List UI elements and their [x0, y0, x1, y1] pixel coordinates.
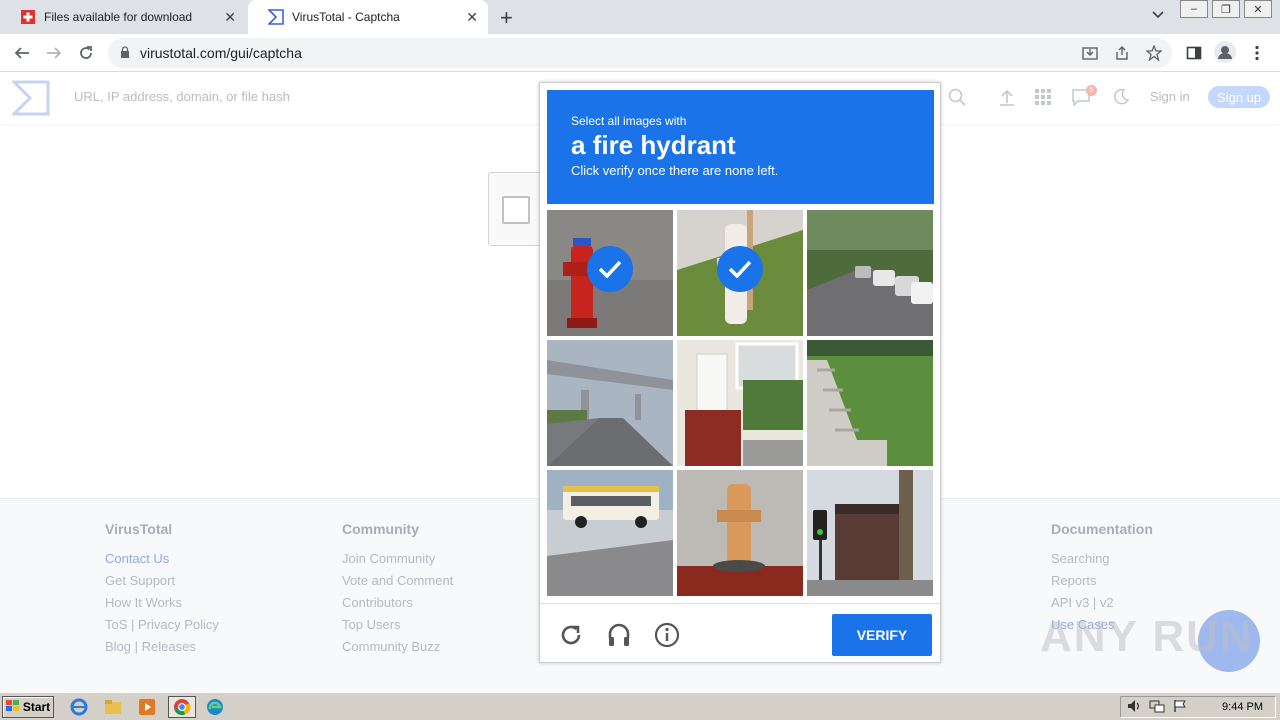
- windows-logo-icon: [5, 699, 20, 715]
- selected-check-icon: [717, 246, 763, 292]
- footer-heading: VirusTotal: [105, 521, 173, 537]
- tab-virustotal-captcha[interactable]: VirusTotal - Captcha ✕: [248, 0, 488, 34]
- footer-link[interactable]: Blog | Releases: [105, 639, 219, 655]
- sign-in-link[interactable]: Sign in: [1150, 89, 1190, 104]
- edge-icon[interactable]: [206, 698, 224, 716]
- browser-toolbar: virustotal.com/gui/captcha: [0, 34, 1280, 72]
- search-input[interactable]: URL, IP address, domain, or file hash: [74, 89, 290, 104]
- install-icon[interactable]: [1082, 45, 1098, 64]
- share-icon[interactable]: [1114, 45, 1130, 64]
- captcha-footer: VERIFY: [540, 603, 940, 663]
- footer-link[interactable]: Searching: [1051, 551, 1153, 567]
- url-text: virustotal.com/gui/captcha: [140, 45, 302, 61]
- captcha-hint: Click verify once there are none left.: [571, 163, 779, 178]
- tab-search-chevron-icon[interactable]: [1152, 8, 1164, 22]
- chrome-icon: [174, 699, 191, 716]
- footer-link[interactable]: Vote and Comment: [342, 573, 453, 589]
- footer-link[interactable]: Reports: [1051, 573, 1153, 589]
- footer-heading: Community: [342, 521, 419, 537]
- selected-check-icon: [587, 246, 633, 292]
- footer-link[interactable]: Get Support: [105, 573, 219, 589]
- footer-link[interactable]: API v3 | v2: [1051, 595, 1153, 611]
- system-tray: 9:44 PM: [1120, 696, 1276, 718]
- media-player-icon[interactable]: [138, 698, 156, 716]
- captcha-target: a fire hydrant: [571, 130, 736, 160]
- footer-link[interactable]: ToS | Privacy Policy: [105, 617, 219, 633]
- captcha-tile-traffic-light[interactable]: [807, 470, 933, 596]
- captcha-tile-orange-hydrant[interactable]: [677, 470, 803, 596]
- sign-up-button[interactable]: Sign up: [1208, 86, 1270, 108]
- action-center-flag-icon[interactable]: [1173, 699, 1187, 716]
- captcha-tile-white-hydrant[interactable]: [677, 210, 803, 336]
- tab-title: VirusTotal - Captcha: [292, 10, 400, 24]
- anyrun-watermark: ANY RUN: [1040, 612, 1254, 661]
- recaptcha-anchor: [488, 172, 544, 246]
- new-tab-button[interactable]: +: [500, 5, 513, 31]
- swiss-flag-icon: [20, 9, 36, 25]
- recaptcha-checkbox[interactable]: [502, 196, 530, 224]
- chrome-taskbar-button[interactable]: [168, 696, 196, 718]
- captcha-tile-lawn-steps[interactable]: [807, 340, 933, 466]
- footer-heading: Documentation: [1051, 521, 1153, 537]
- captcha-instructions: Select all images with a fire hydrant Cl…: [547, 90, 934, 204]
- notification-badge: 5: [1086, 85, 1097, 96]
- reload-challenge-icon[interactable]: [558, 622, 584, 648]
- address-bar[interactable]: virustotal.com/gui/captcha: [108, 38, 1172, 68]
- footer-column-community: Community Join Community Vote and Commen…: [342, 521, 453, 661]
- captcha-tile-parked-cars[interactable]: [807, 210, 933, 336]
- back-arrow-icon[interactable]: [10, 41, 34, 65]
- footer-link[interactable]: Join Community: [342, 551, 453, 567]
- tab-close-icon[interactable]: ✕: [224, 9, 236, 26]
- captcha-tile-overpass[interactable]: [547, 340, 673, 466]
- lock-icon: [120, 45, 130, 61]
- captcha-instruction-prefix: Select all images with: [571, 114, 687, 128]
- windows-taskbar: Start 9:44 PM: [0, 692, 1280, 720]
- menu-kebab-icon[interactable]: [1254, 45, 1260, 64]
- upload-icon[interactable]: [998, 88, 1016, 111]
- side-panel-icon[interactable]: [1186, 45, 1202, 64]
- apps-grid-icon[interactable]: [1034, 88, 1052, 111]
- search-icon[interactable]: [948, 88, 966, 111]
- captcha-tile-house-porch[interactable]: [677, 340, 803, 466]
- info-icon[interactable]: [654, 622, 680, 648]
- restore-button[interactable]: ❐: [1212, 0, 1240, 18]
- minimize-button[interactable]: –: [1180, 0, 1208, 18]
- footer-link[interactable]: Contact Us: [105, 551, 219, 567]
- tab-title: Files available for download: [44, 10, 193, 24]
- footer-column-virustotal: VirusTotal Contact Us Get Support How It…: [105, 521, 219, 661]
- forward-arrow-icon[interactable]: [42, 41, 66, 65]
- footer-link[interactable]: Contributors: [342, 595, 453, 611]
- dark-mode-moon-icon[interactable]: [1112, 88, 1130, 111]
- captcha-challenge: Select all images with a fire hydrant Cl…: [539, 82, 941, 663]
- start-label: Start: [22, 700, 51, 714]
- audio-challenge-headphones-icon[interactable]: [606, 622, 632, 648]
- profile-avatar-icon[interactable]: [1214, 41, 1236, 66]
- internet-explorer-icon[interactable]: [70, 698, 88, 716]
- network-icon[interactable]: [1149, 699, 1165, 716]
- virustotal-logo-icon[interactable]: [10, 80, 50, 121]
- captcha-tile-red-hydrant[interactable]: [547, 210, 673, 336]
- virustotal-icon: [268, 9, 284, 25]
- footer-link[interactable]: Top Users: [342, 617, 453, 633]
- volume-icon[interactable]: [1127, 699, 1141, 716]
- bookmark-star-icon[interactable]: [1145, 44, 1163, 64]
- tab-close-icon[interactable]: ✕: [466, 9, 478, 26]
- footer-link[interactable]: How It Works: [105, 595, 219, 611]
- captcha-image-grid: [547, 210, 934, 597]
- tab-files-download[interactable]: Files available for download ✕: [0, 0, 246, 34]
- verify-button[interactable]: VERIFY: [832, 614, 932, 656]
- file-explorer-icon[interactable]: [104, 698, 122, 716]
- reload-icon[interactable]: [74, 41, 98, 65]
- footer-link[interactable]: Community Buzz: [342, 639, 453, 655]
- window-controls: – ❐ ✕: [1180, 0, 1272, 18]
- tab-strip: Files available for download ✕ VirusTota…: [0, 0, 1280, 34]
- close-window-button[interactable]: ✕: [1244, 0, 1272, 18]
- captcha-tile-school-bus[interactable]: [547, 470, 673, 596]
- start-button[interactable]: Start: [2, 696, 54, 718]
- clock[interactable]: 9:44 PM: [1222, 701, 1263, 713]
